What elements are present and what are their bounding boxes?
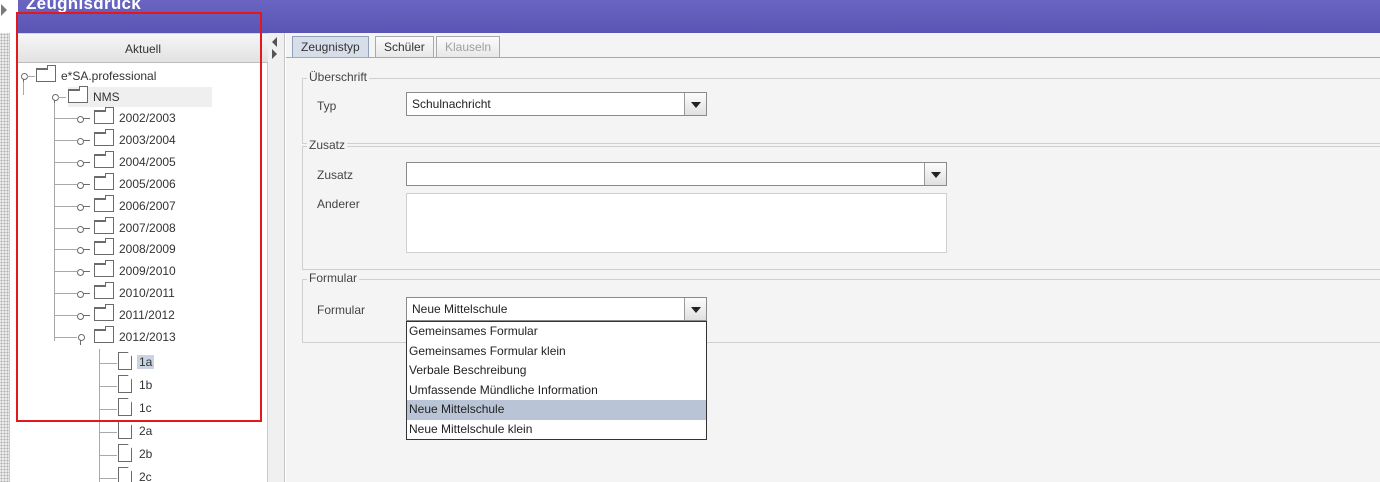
zusatz-combobox[interactable] xyxy=(406,162,947,186)
tree-node-year[interactable]: 2005/2006 xyxy=(94,172,178,194)
year-expand-handle-icon[interactable] xyxy=(77,137,90,145)
tree-node-class[interactable]: 2a xyxy=(118,421,154,441)
typ-value: Schulnachricht xyxy=(412,97,491,111)
panel-splitter[interactable] xyxy=(268,33,285,482)
expand-arrow-icon[interactable] xyxy=(1,4,7,16)
window-title: Zeugnisdruck xyxy=(26,0,142,13)
tree-node-class[interactable]: 2b xyxy=(118,444,154,464)
tab-klauseln: Klauseln xyxy=(436,36,501,58)
collapse-left-icon[interactable] xyxy=(272,37,277,47)
formular-title: Formular xyxy=(307,271,360,285)
year-expand-handle-icon[interactable] xyxy=(77,334,85,345)
formular-value: Neue Mittelschule xyxy=(412,302,508,316)
tree-node-year[interactable]: 2008/2009 xyxy=(94,238,178,259)
tab-zeugnistyp[interactable]: Zeugnistyp xyxy=(292,36,369,58)
tab-bar: Zeugnistyp Schüler Klauseln xyxy=(286,33,1380,58)
folder-icon xyxy=(94,216,114,234)
year-expand-handle-icon[interactable] xyxy=(77,268,90,277)
dropdown-option[interactable]: Gemeinsames Formular xyxy=(407,322,706,342)
file-icon xyxy=(118,421,132,439)
dropdown-option[interactable]: Gemeinsames Formular klein xyxy=(407,342,706,362)
folder-icon xyxy=(94,238,114,256)
tree-node-year[interactable]: 2007/2008 xyxy=(94,216,178,238)
file-icon xyxy=(118,444,132,462)
zusatz-title: Zusatz xyxy=(307,138,348,152)
folder-icon xyxy=(36,65,56,82)
tree-node-class[interactable]: 1a xyxy=(118,352,155,372)
dropdown-option[interactable]: Neue Mittelschule klein xyxy=(407,420,706,440)
tree-node-year[interactable]: 2004/2005 xyxy=(94,150,178,172)
folder-icon xyxy=(94,304,114,322)
tree-node-year[interactable]: 2012/2013 xyxy=(94,326,178,347)
year-expand-handle-icon[interactable] xyxy=(77,181,90,189)
folder-icon xyxy=(94,282,114,300)
dropdown-option[interactable]: Verbale Beschreibung xyxy=(407,361,706,381)
folder-icon xyxy=(94,326,114,343)
ueberschrift-title: Überschrift xyxy=(307,70,370,84)
title-bar-background xyxy=(18,0,1380,33)
tree-node-school[interactable]: NMS xyxy=(68,86,212,107)
typ-label: Typ xyxy=(317,99,337,113)
folder-icon xyxy=(94,194,114,212)
chevron-down-icon[interactable] xyxy=(684,93,706,115)
dropdown-option[interactable]: Umfassende Mündliche Information xyxy=(407,381,706,401)
anderer-textarea[interactable] xyxy=(406,193,947,253)
tree-node-year[interactable]: 2011/2012 xyxy=(94,304,177,325)
root-expand-handle-icon[interactable] xyxy=(20,73,28,84)
anderer-label: Anderer xyxy=(317,197,360,211)
chevron-down-icon[interactable] xyxy=(924,163,946,185)
chevron-down-icon[interactable] xyxy=(684,298,706,320)
file-icon xyxy=(118,467,132,482)
year-expand-handle-icon[interactable] xyxy=(77,159,90,167)
typ-combobox[interactable]: Schulnachricht xyxy=(406,92,707,116)
tab-schueler[interactable]: Schüler xyxy=(375,36,434,58)
formular-label: Formular xyxy=(317,303,366,317)
main-panel: Zeugnistyp Schüler Klauseln Überschrift … xyxy=(286,33,1380,482)
file-icon xyxy=(118,352,132,370)
tree-node-class[interactable]: 1b xyxy=(118,375,154,395)
formular-combobox[interactable]: Neue Mittelschule xyxy=(406,297,707,321)
zusatz-label: Zusatz xyxy=(317,168,354,182)
tree-node-class[interactable]: 1c xyxy=(118,398,154,418)
formular-dropdown-list: Gemeinsames Formular Gemeinsames Formular… xyxy=(406,321,707,440)
folder-icon xyxy=(94,128,114,146)
year-expand-handle-icon[interactable] xyxy=(77,290,90,299)
folder-icon xyxy=(94,260,114,278)
year-expand-handle-icon[interactable] xyxy=(77,225,90,233)
file-icon xyxy=(118,398,132,416)
tree-header[interactable]: Aktuell xyxy=(18,33,268,63)
year-expand-handle-icon[interactable] xyxy=(77,203,90,211)
folder-icon xyxy=(68,86,88,103)
tree-node-root[interactable]: e*SA.professional xyxy=(36,65,158,86)
tree-panel: Aktuell e*SA.professional NMS 2002/2003 2… xyxy=(18,33,268,482)
year-expand-handle-icon[interactable] xyxy=(77,246,90,255)
folder-icon xyxy=(94,172,114,190)
tree-node-year[interactable]: 2006/2007 xyxy=(94,194,178,216)
tree-node-year[interactable]: 2009/2010 xyxy=(94,260,178,281)
year-expand-handle-icon[interactable] xyxy=(77,312,90,321)
folder-icon xyxy=(94,107,114,124)
tree-node-year[interactable]: 2002/2003 xyxy=(94,107,178,128)
school-expand-handle-icon[interactable] xyxy=(51,94,59,105)
file-icon xyxy=(118,375,132,393)
dropdown-option[interactable]: Neue Mittelschule xyxy=(407,400,706,420)
folder-icon xyxy=(94,150,114,168)
tree-node-class[interactable]: 2c xyxy=(118,467,154,482)
expand-right-icon[interactable] xyxy=(272,49,277,59)
tree-node-year[interactable]: 2003/2004 xyxy=(94,128,178,150)
tree-node-year[interactable]: 2010/2011 xyxy=(94,282,177,303)
title-bar: Zeugnisdruck xyxy=(0,0,1380,33)
left-drag-strip[interactable] xyxy=(0,33,10,482)
year-expand-handle-icon[interactable] xyxy=(77,115,90,123)
